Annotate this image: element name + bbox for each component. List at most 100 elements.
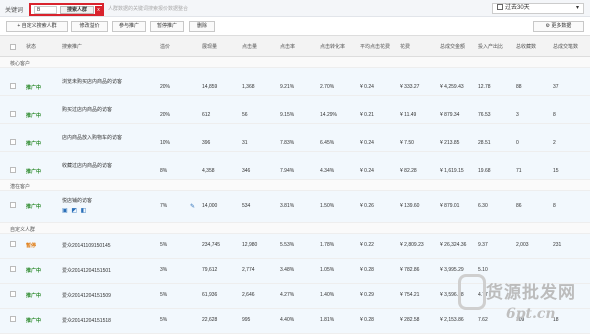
cell-ctr: 9.21% bbox=[280, 84, 295, 90]
row-status: 推广中 bbox=[26, 318, 42, 324]
col-roi[interactable]: 投入产出比 bbox=[478, 43, 503, 50]
table-row[interactable]: 暂停 爱众20141109150145 5% 234,745 12,980 5.53% 1.… bbox=[0, 234, 590, 259]
period-select[interactable]: 过去30天 ▾ bbox=[492, 3, 584, 14]
row-checkbox[interactable] bbox=[10, 266, 16, 272]
cell-impressions: 22,628 bbox=[202, 317, 218, 323]
row-checkbox[interactable] bbox=[10, 111, 16, 117]
col-fav[interactable]: 总收藏数 bbox=[516, 43, 536, 50]
cell-fav: 2,003 bbox=[516, 242, 529, 248]
cell-clicks: 12,980 bbox=[242, 242, 258, 248]
chevron-down-icon: ▾ bbox=[575, 5, 579, 11]
pause-promo-button[interactable]: 暂停推广 bbox=[150, 21, 184, 32]
cell-clicks: 56 bbox=[242, 112, 248, 118]
cell-impressions: 396 bbox=[202, 140, 211, 146]
cell-gmv: ¥ 1,619.15 bbox=[440, 168, 464, 174]
cell-impressions: 234,745 bbox=[202, 242, 221, 248]
cell-gmv: ¥ 213.85 bbox=[440, 140, 460, 146]
watermark: 货源批发网 6pt.cn bbox=[458, 270, 590, 334]
cell-roi: 76.53 bbox=[478, 112, 491, 118]
cell-premium: 7% bbox=[160, 203, 168, 209]
cell-fav: 3 bbox=[516, 112, 519, 118]
delete-button[interactable]: 删除 bbox=[189, 21, 215, 32]
group-potential-label: 潜在客户 bbox=[10, 184, 31, 190]
cell-cvr: 4.34% bbox=[320, 168, 335, 174]
row-checkbox[interactable] bbox=[10, 83, 16, 89]
cell-premium: 5% bbox=[160, 292, 168, 298]
cell-premium: 3% bbox=[160, 267, 168, 273]
cell-cvr: 1.05% bbox=[320, 267, 335, 273]
cell-cpc: ¥ 0.24 bbox=[360, 168, 374, 174]
table-row[interactable]: 推广中 浏览未购买店内商品的访客 20% 14,859 1,368 9.21% 2.70% ¥… bbox=[0, 68, 590, 96]
cell-clicks: 534 bbox=[242, 203, 251, 209]
cell-cost: ¥ 139.60 bbox=[400, 203, 420, 209]
row-status: 推广中 bbox=[26, 85, 42, 91]
clear-icon[interactable]: x bbox=[95, 6, 102, 14]
cell-premium: 5% bbox=[160, 317, 168, 323]
cell-cost: ¥ 82.28 bbox=[400, 168, 417, 174]
cell-clicks: 2,774 bbox=[242, 267, 255, 273]
crowd-search-highlight: B 搜索人群 x bbox=[29, 3, 104, 16]
col-cvr[interactable]: 点击转化率 bbox=[320, 43, 345, 50]
keyword-input[interactable]: B bbox=[34, 6, 57, 14]
cell-cvr: 2.70% bbox=[320, 84, 335, 90]
cell-clicks: 1,368 bbox=[242, 84, 255, 90]
cell-cpc: ¥ 0.28 bbox=[360, 267, 374, 273]
gear-icon: ⚙ bbox=[545, 23, 551, 29]
row-checkbox[interactable] bbox=[10, 139, 16, 145]
row-checkbox[interactable] bbox=[10, 316, 16, 322]
cell-ctr: 3.81% bbox=[280, 203, 295, 209]
cell-gmv: ¥ 879.34 bbox=[440, 112, 460, 118]
cell-clicks: 2,646 bbox=[242, 292, 255, 298]
row-checkbox[interactable] bbox=[10, 241, 16, 247]
cell-roi: 9.37 bbox=[478, 242, 488, 248]
search-crowd-button[interactable]: 搜索人群 bbox=[60, 6, 94, 14]
col-orders[interactable]: 总成交笔数 bbox=[553, 43, 578, 50]
cell-cost: ¥ 754.21 bbox=[400, 292, 420, 298]
cell-roi: 6.30 bbox=[478, 203, 488, 209]
row-checkbox[interactable] bbox=[10, 167, 16, 173]
col-cost[interactable]: 花费 bbox=[400, 43, 410, 50]
select-all-checkbox[interactable] bbox=[10, 44, 16, 50]
join-promo-button[interactable]: 参与推广 bbox=[112, 21, 146, 32]
cell-roi: 28.51 bbox=[478, 140, 491, 146]
table-row[interactable]: 推广中 店内商品放入购物车的访客 10% 396 31 7.83% 6.45% ¥ 0.24 ¥… bbox=[0, 124, 590, 152]
cell-impressions: 612 bbox=[202, 112, 211, 118]
cell-ctr: 4.40% bbox=[280, 317, 295, 323]
row-status: 推广中 bbox=[26, 268, 42, 274]
cell-orders: 2 bbox=[553, 140, 556, 146]
cell-clicks: 995 bbox=[242, 317, 251, 323]
row-status: 暂停 bbox=[26, 243, 37, 249]
row-checkbox[interactable] bbox=[10, 202, 16, 208]
cell-orders: 8 bbox=[553, 203, 556, 209]
col-cpc[interactable]: 平均点击花费 bbox=[360, 43, 390, 50]
cell-clicks: 346 bbox=[242, 168, 251, 174]
more-data-label: 更多数据 bbox=[551, 23, 572, 29]
cell-cvr: 1.50% bbox=[320, 203, 335, 209]
row-name: 爱众20141204151518 bbox=[62, 318, 111, 324]
col-clicks[interactable]: 点击量 bbox=[242, 43, 257, 50]
table-row[interactable]: 推广中 收藏过店内商品的访客 8% 4,358 346 7.94% 4.34% ¥ 0.24 ¥… bbox=[0, 152, 590, 180]
cell-gmv: ¥ 26,324.36 bbox=[440, 242, 467, 248]
table-row[interactable]: 推广中 购买过店内商品的访客 20% 612 56 9.15% 14.29% ¥ 0.21 ¥ … bbox=[0, 96, 590, 124]
group-core-label: 核心客户 bbox=[10, 61, 31, 67]
col-gmv[interactable]: 总成交金额 bbox=[440, 43, 465, 50]
edit-pencil-icon[interactable]: ✎ bbox=[190, 203, 195, 210]
col-premium[interactable]: 溢价 bbox=[160, 43, 170, 50]
cell-cost: ¥ 282.58 bbox=[400, 317, 420, 323]
edit-bid-button[interactable]: 修改溢价 bbox=[71, 21, 108, 32]
row-status: 推广中 bbox=[26, 113, 42, 119]
table-row[interactable]: 推广中 悦店铺的访客 ▣ ◩ ◧ ✎ 7% 14,000 534 3.81% 1.50% ¥ 0.… bbox=[0, 191, 590, 223]
row-name: 收藏过店内商品的访客 bbox=[62, 163, 113, 169]
cell-fav: 71 bbox=[516, 168, 522, 174]
row-name: 购买过店内商品的访客 bbox=[62, 107, 113, 113]
row-status: 推广中 bbox=[26, 204, 42, 210]
more-data-button[interactable]: ⚙ 更多数据 bbox=[533, 21, 584, 32]
col-search-promo: 搜索推广 bbox=[62, 44, 83, 50]
col-ctr[interactable]: 点击率 bbox=[280, 43, 295, 50]
add-custom-crowd-button[interactable]: + 自定义搜索人群 bbox=[6, 21, 68, 32]
col-impressions[interactable]: 展现量 bbox=[202, 43, 217, 50]
cell-premium: 5% bbox=[160, 242, 168, 248]
keyword-label: 关键词 bbox=[5, 8, 24, 14]
report-icons[interactable]: ▣ ◩ ◧ bbox=[62, 207, 87, 214]
row-checkbox[interactable] bbox=[10, 291, 16, 297]
